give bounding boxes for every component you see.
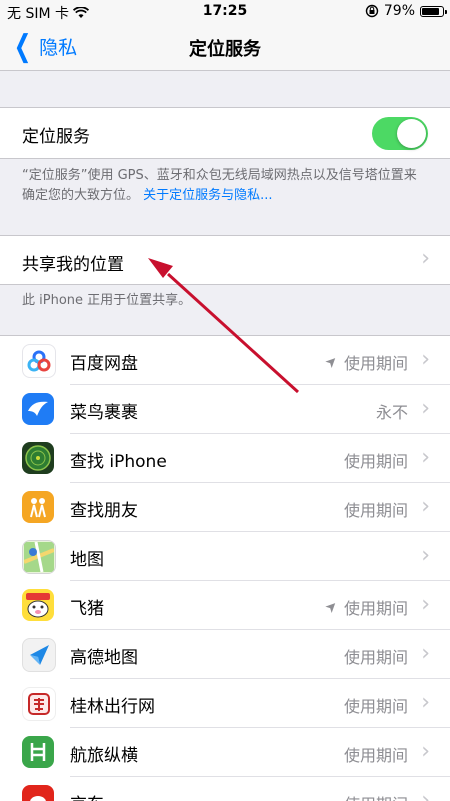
app-name: 京东 — [70, 790, 104, 801]
app-row-fliggy[interactable]: 飞猪 ➤ 使用期间 › — [0, 581, 450, 630]
guilin-travel-icon — [22, 687, 56, 721]
location-services-footnote: “定位服务”使用 GPS、蓝牙和众包无线局域网热点以及信号塔位置来确定您的大致方… — [22, 166, 428, 206]
app-row-jd[interactable]: 京东 使用期间 › — [0, 777, 450, 801]
app-name: 百度网盘 — [70, 354, 138, 374]
jd-icon — [22, 785, 54, 801]
app-row-find-friends[interactable]: 查找朋友 使用期间 › — [0, 483, 450, 532]
battery-percent: 79% — [383, 3, 415, 19]
toggle-knob — [397, 119, 426, 148]
app-row-maps[interactable]: 地图 › — [0, 532, 450, 581]
app-row-cainiao[interactable]: 菜鸟裹裹 永不 › — [0, 385, 450, 434]
chevron-right-icon: › — [421, 543, 430, 568]
app-name: 桂林出行网 — [70, 697, 155, 717]
app-name: 查找朋友 — [70, 501, 138, 521]
location-arrow-icon: ➤ — [322, 352, 342, 372]
page-title: 定位服务 — [189, 39, 261, 60]
chevron-right-icon: › — [421, 494, 430, 519]
app-name: 菜鸟裹裹 — [70, 403, 138, 423]
location-arrow-icon: ➤ — [322, 597, 342, 617]
app-row-amap[interactable]: 高德地图 使用期间 › — [0, 630, 450, 679]
app-name: 高德地图 — [70, 648, 138, 668]
chevron-right-icon: › — [421, 739, 430, 764]
fliggy-icon — [22, 589, 54, 621]
app-permission: 永不 — [375, 403, 408, 422]
app-permission: 使用期间 — [343, 648, 408, 667]
chevron-right-icon: › — [421, 246, 430, 271]
app-permission: 使用期间 — [343, 452, 408, 471]
status-bar: 无 SIM 卡 17:25 79% — [0, 0, 450, 22]
baidu-netdisk-icon — [22, 344, 56, 378]
chevron-right-icon: › — [421, 396, 430, 421]
orientation-lock-icon — [365, 4, 379, 18]
cainiao-icon — [22, 393, 54, 425]
app-name: 地图 — [70, 550, 104, 570]
maps-icon — [22, 540, 56, 574]
chevron-right-icon: › — [421, 445, 430, 470]
find-friends-icon — [22, 491, 54, 523]
status-right: 79% — [365, 3, 447, 19]
app-permission: 使用期间 — [343, 501, 408, 520]
chevron-right-icon: › — [421, 592, 430, 617]
location-services-toggle[interactable] — [372, 117, 428, 150]
app-row-find-iphone[interactable]: 查找 iPhone 使用期间 › — [0, 434, 450, 483]
share-location-footnote: 此 iPhone 正用于位置共享。 — [22, 293, 192, 308]
app-permission: ➤ 使用期间 — [322, 352, 408, 373]
privacy-link[interactable]: 关于定位服务与隐私... — [143, 188, 272, 203]
share-location-label: 共享我的位置 — [22, 255, 124, 275]
battery-icon — [420, 5, 447, 17]
location-services-cell: 定位服务 — [0, 107, 450, 159]
app-permission: 使用期间 — [343, 746, 408, 765]
app-row-baidu-netdisk[interactable]: 百度网盘 ➤ 使用期间 › — [0, 336, 450, 385]
amap-icon — [22, 638, 56, 672]
app-name: 查找 iPhone — [70, 452, 167, 472]
location-services-label: 定位服务 — [22, 127, 90, 147]
umetrip-icon — [22, 736, 54, 768]
chevron-right-icon: › — [421, 788, 430, 801]
app-name: 飞猪 — [70, 599, 104, 619]
navigation-bar: ❮ 隐私 定位服务 — [0, 22, 450, 71]
app-permission: ➤ 使用期间 — [322, 597, 408, 618]
app-row-umetrip[interactable]: 航旅纵横 使用期间 › — [0, 728, 450, 777]
chevron-right-icon: › — [421, 347, 430, 372]
app-name: 航旅纵横 — [70, 746, 138, 766]
app-list: 百度网盘 ➤使用期间 › 菜鸟裹裹 永不 › 查找 iPhone 使用期间 › — [0, 335, 450, 801]
chevron-right-icon: › — [421, 690, 430, 715]
app-permission: 使用期间 — [343, 697, 408, 716]
find-iphone-icon — [22, 442, 54, 474]
chevron-right-icon: › — [421, 641, 430, 666]
app-row-guilin-travel[interactable]: 桂林出行网 使用期间 › — [0, 679, 450, 728]
share-location-cell[interactable]: 共享我的位置 › — [0, 235, 450, 285]
